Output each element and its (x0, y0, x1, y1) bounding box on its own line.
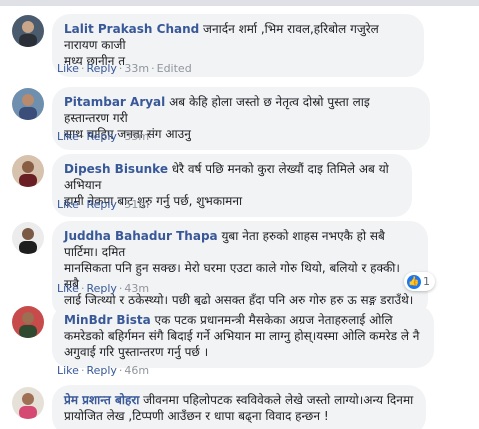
avatar[interactable] (12, 306, 44, 338)
comment-text: एक पटक प्रधानमन्त्री मैसकेका अग्रज नेताह… (154, 313, 393, 327)
avatar[interactable] (12, 387, 44, 419)
comment-actions: Like · Reply · 35m (57, 130, 150, 143)
top-edge (0, 0, 479, 6)
avatar[interactable] (12, 222, 44, 254)
comment-text: अगुवाई गरि पुस्तान्तरण गर्नु पर्छ । (64, 345, 209, 359)
comment-text: कमरेडको बहिर्गमन संगै बिदाई गर्ने अभियान… (64, 329, 420, 343)
comment-bubble: Juddha Bahadur Thapa युबा नेता हरुको शाह… (52, 221, 428, 318)
comment-text: जीवनमा पहिलोपटक स्वविवेकले लेखे जस्तो ला… (143, 393, 414, 407)
timestamp[interactable]: 46m (124, 364, 149, 377)
reply-link[interactable]: Reply (86, 130, 116, 143)
thumbs-up-icon: 👍 (407, 274, 421, 289)
like-link[interactable]: Like (57, 364, 79, 377)
timestamp[interactable]: 43m (124, 282, 149, 295)
timestamp[interactable]: 33m (124, 62, 149, 75)
like-link[interactable]: Like (57, 198, 79, 211)
comment-bubble: MinBdr Bista एक पटक प्रधानमन्त्री मैसकेक… (52, 305, 434, 368)
reaction-summary[interactable]: 👍 1 (404, 272, 435, 291)
avatar[interactable] (12, 15, 44, 47)
comment-author[interactable]: Juddha Bahadur Thapa (64, 229, 218, 243)
comment-author[interactable]: Pitambar Aryal (64, 95, 165, 109)
reply-link[interactable]: Reply (86, 62, 116, 75)
avatar[interactable] (12, 155, 44, 187)
like-link[interactable]: Like (57, 62, 79, 75)
reply-link[interactable]: Reply (86, 198, 116, 211)
avatar[interactable] (12, 88, 44, 120)
comment-text: प्रायोजित लेख ,टिप्पणी आउँछन र धापा बढ्न… (64, 409, 329, 423)
comment-author[interactable]: MinBdr Bista (64, 313, 151, 327)
comment-actions: Like · Reply · 46m (57, 364, 150, 377)
comment-author[interactable]: Lalit Prakash Chand (64, 22, 199, 36)
comment-actions: Like · Reply · 43m (57, 282, 150, 295)
reply-link[interactable]: Reply (86, 364, 116, 377)
comment-author[interactable]: Dipesh Bisunke (64, 162, 168, 176)
reply-link[interactable]: Reply (86, 282, 116, 295)
comment-actions: Like · Reply · 51m (57, 198, 150, 211)
like-link[interactable]: Like (57, 130, 79, 143)
comment-author[interactable]: प्रेम प्रशान्त बोहरा (64, 393, 139, 407)
timestamp[interactable]: 51m (124, 198, 149, 211)
reaction-count: 1 (423, 275, 430, 288)
comment-actions: Like · Reply · 33m · Edited (57, 62, 192, 75)
comment-bubble: प्रेम प्रशान्त बोहरा जीवनमा पहिलोपटक स्व… (52, 385, 426, 429)
timestamp[interactable]: 35m (124, 130, 149, 143)
like-link[interactable]: Like (57, 282, 79, 295)
edited-label[interactable]: Edited (157, 62, 192, 75)
